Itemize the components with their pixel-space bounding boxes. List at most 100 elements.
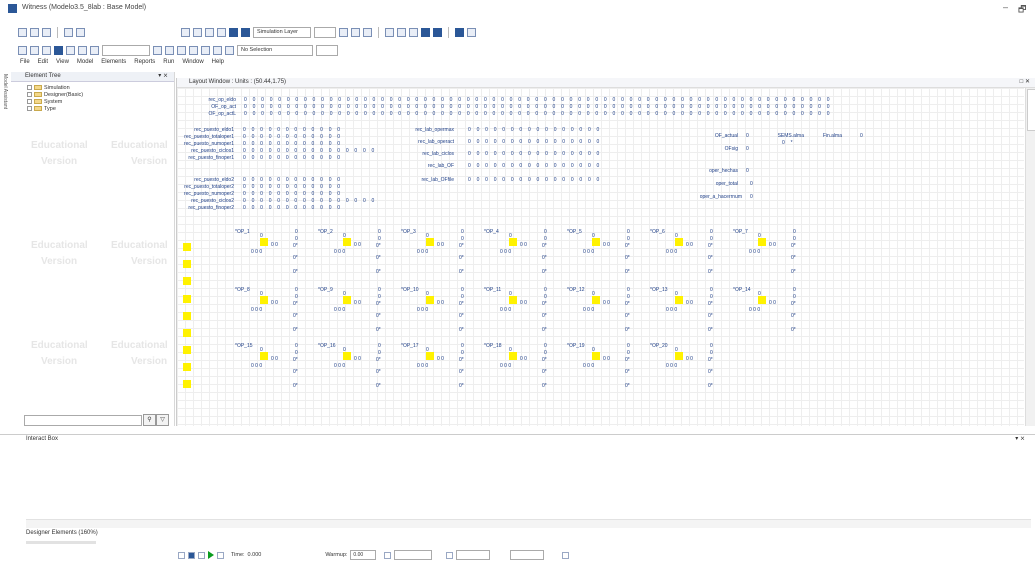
run-until-input[interactable] [394,550,433,560]
reset-icon[interactable] [178,551,185,559]
machine-part[interactable] [343,296,351,304]
fast-forward-icon[interactable] [217,551,224,559]
actions-icon[interactable] [177,45,186,55]
machine-part[interactable] [675,238,683,246]
var-label[interactable]: OF_op_actL [196,111,236,117]
machine-part[interactable] [592,296,600,304]
model-assistant-tab[interactable]: Model Assistant [0,72,9,132]
machine-part[interactable] [343,238,351,246]
view-icon[interactable] [433,27,442,37]
var-label[interactable]: rec_lab_ciclos [396,151,454,157]
selection-dropdown[interactable] [316,44,338,56]
menu-view[interactable]: View [56,59,69,70]
buffer-part[interactable] [183,380,191,388]
var-label[interactable]: rec_puesto_finoper1 [170,155,234,161]
machine-part[interactable] [758,238,766,246]
tree-item-simulation[interactable]: Simulation [11,84,174,91]
var-label[interactable]: rec_puesto_totaloper2 [170,184,234,190]
operator-station[interactable]: *OP_18 0 0 00 0 0 0 0 0* 0* 0* [478,343,558,393]
machine-part[interactable] [509,238,517,246]
layer-dropdown[interactable] [314,26,336,38]
elements-icon[interactable] [18,45,27,55]
operator-station[interactable]: *OP_2 0 0 00 0 0 0 0 0* 0* 0* [312,229,392,279]
zoom-window-icon[interactable] [421,27,430,37]
var-label[interactable]: rec_op_eldo [196,97,236,103]
route-icon[interactable] [225,45,234,55]
var-label[interactable]: rec_puesto_totaloper1 [170,134,234,140]
designer-elements-label[interactable]: Designer Elements (160%) [26,530,98,536]
interact-box-controls[interactable]: ▾ ⨯ [1015,435,1025,444]
buffer-part[interactable] [183,295,191,303]
machine-part[interactable] [675,296,683,304]
tree-item-designer[interactable]: Designer(Basic) [11,91,174,98]
buffer-part[interactable] [183,346,191,354]
machine-part[interactable] [343,352,351,360]
buffer-part[interactable] [183,312,191,320]
play-icon[interactable] [208,551,214,559]
display-edit-icon[interactable] [201,45,210,55]
connect-icon[interactable] [213,45,222,55]
var-label[interactable]: rec_lab_OF [396,163,454,169]
var-label[interactable]: rec_lab_OFfile [396,177,454,183]
align-icon[interactable] [339,27,348,37]
menu-elements[interactable]: Elements [101,59,126,70]
font-color-icon[interactable] [181,27,190,37]
operator-station[interactable]: *OP_10 0 0 00 0 0 0 0 0* 0* 0* [395,287,475,337]
operator-station[interactable]: *OP_11 0 0 00 0 0 0 0 0* 0* 0* [478,287,558,337]
menu-help[interactable]: Help [212,59,224,70]
machine-part[interactable] [260,352,268,360]
var-label[interactable]: rec_puesto_eldo1 [170,127,234,133]
operator-station[interactable]: *OP_14 0 0 00 0 0 0 0 0* 0* 0* [727,287,807,337]
tree-item-system[interactable]: System [11,98,174,105]
minimize-button[interactable]: – [1003,2,1008,12]
operator-station[interactable]: *OP_8 0 0 00 0 0 0 0 0* 0* 0* [229,287,309,337]
warmup-input[interactable]: 0.00 [350,550,377,560]
operator-station[interactable]: *OP_3 0 0 00 0 0 0 0 0* 0* 0* [395,229,475,279]
machine-part[interactable] [260,238,268,246]
stat-label[interactable]: oper_hechas [690,168,738,174]
zoom-out-icon[interactable] [397,27,406,37]
table-icon[interactable] [66,45,75,55]
machine-part[interactable] [426,238,434,246]
interact-horizontal-scrollbar[interactable] [26,519,1031,528]
layer-combo[interactable]: Simulation Layer [253,26,311,38]
operator-station[interactable]: *OP_4 0 0 00 0 0 0 0 0* 0* 0* [478,229,558,279]
layout-window-controls[interactable]: □ ✕ [1020,78,1030,87]
sems-label[interactable]: SEMS.alma [776,133,804,139]
operator-station[interactable]: *OP_9 0 0 00 0 0 0 0 0* 0* 0* [312,287,392,337]
operator-station[interactable]: *OP_13 0 0 00 0 0 0 0 0* 0* 0* [644,287,724,337]
stat-label[interactable]: oper_total [690,181,738,187]
wizard-icon[interactable] [78,45,87,55]
buffer-part[interactable] [183,329,191,337]
operator-station[interactable]: *OP_5 0 0 00 0 0 0 0 0* 0* 0* [561,229,641,279]
zoom-in-icon[interactable] [385,27,394,37]
path-icon[interactable] [363,27,372,37]
machine-part[interactable] [509,352,517,360]
operator-station[interactable]: *OP_1 0 0 00 0 0 0 0 0* 0* 0* [229,229,309,279]
text-color-icon[interactable] [193,27,202,37]
maximize-button[interactable]: 🗗 [1018,2,1026,18]
buffer-part[interactable] [183,260,191,268]
operator-station[interactable]: *OP_19 0 0 00 0 0 0 0 0* 0* 0* [561,343,641,393]
operator-station[interactable]: *OP_16 0 0 00 0 0 0 0 0* 0* 0* [312,343,392,393]
designer-icon[interactable] [90,45,99,55]
layer-icon[interactable] [241,27,250,37]
input-rule-icon[interactable] [153,45,162,55]
stat-label[interactable]: OFsig [690,146,738,152]
selection-combo[interactable]: No Selection [237,44,313,56]
filter-icon[interactable]: ▽ [156,414,169,426]
glasses-icon[interactable] [30,45,39,55]
machine-part[interactable] [592,352,600,360]
save-icon[interactable] [42,27,51,37]
buffer-part[interactable] [183,243,191,251]
var-label[interactable]: rec_puesto_eldo2 [170,177,234,183]
var-label[interactable]: rec_puesto_numoper1 [170,141,234,147]
stat-label[interactable]: oper_a_hacerrnum [680,194,742,200]
machine-part[interactable] [260,296,268,304]
operator-station[interactable]: *OP_7 0 0 00 0 0 0 0 0* 0* 0* [727,229,807,279]
menu-model[interactable]: Model [77,59,93,70]
network-icon[interactable] [467,27,476,37]
speed-slider[interactable] [456,550,491,560]
menu-reports[interactable]: Reports [134,59,155,70]
tree-item-type[interactable]: Type [11,105,174,112]
